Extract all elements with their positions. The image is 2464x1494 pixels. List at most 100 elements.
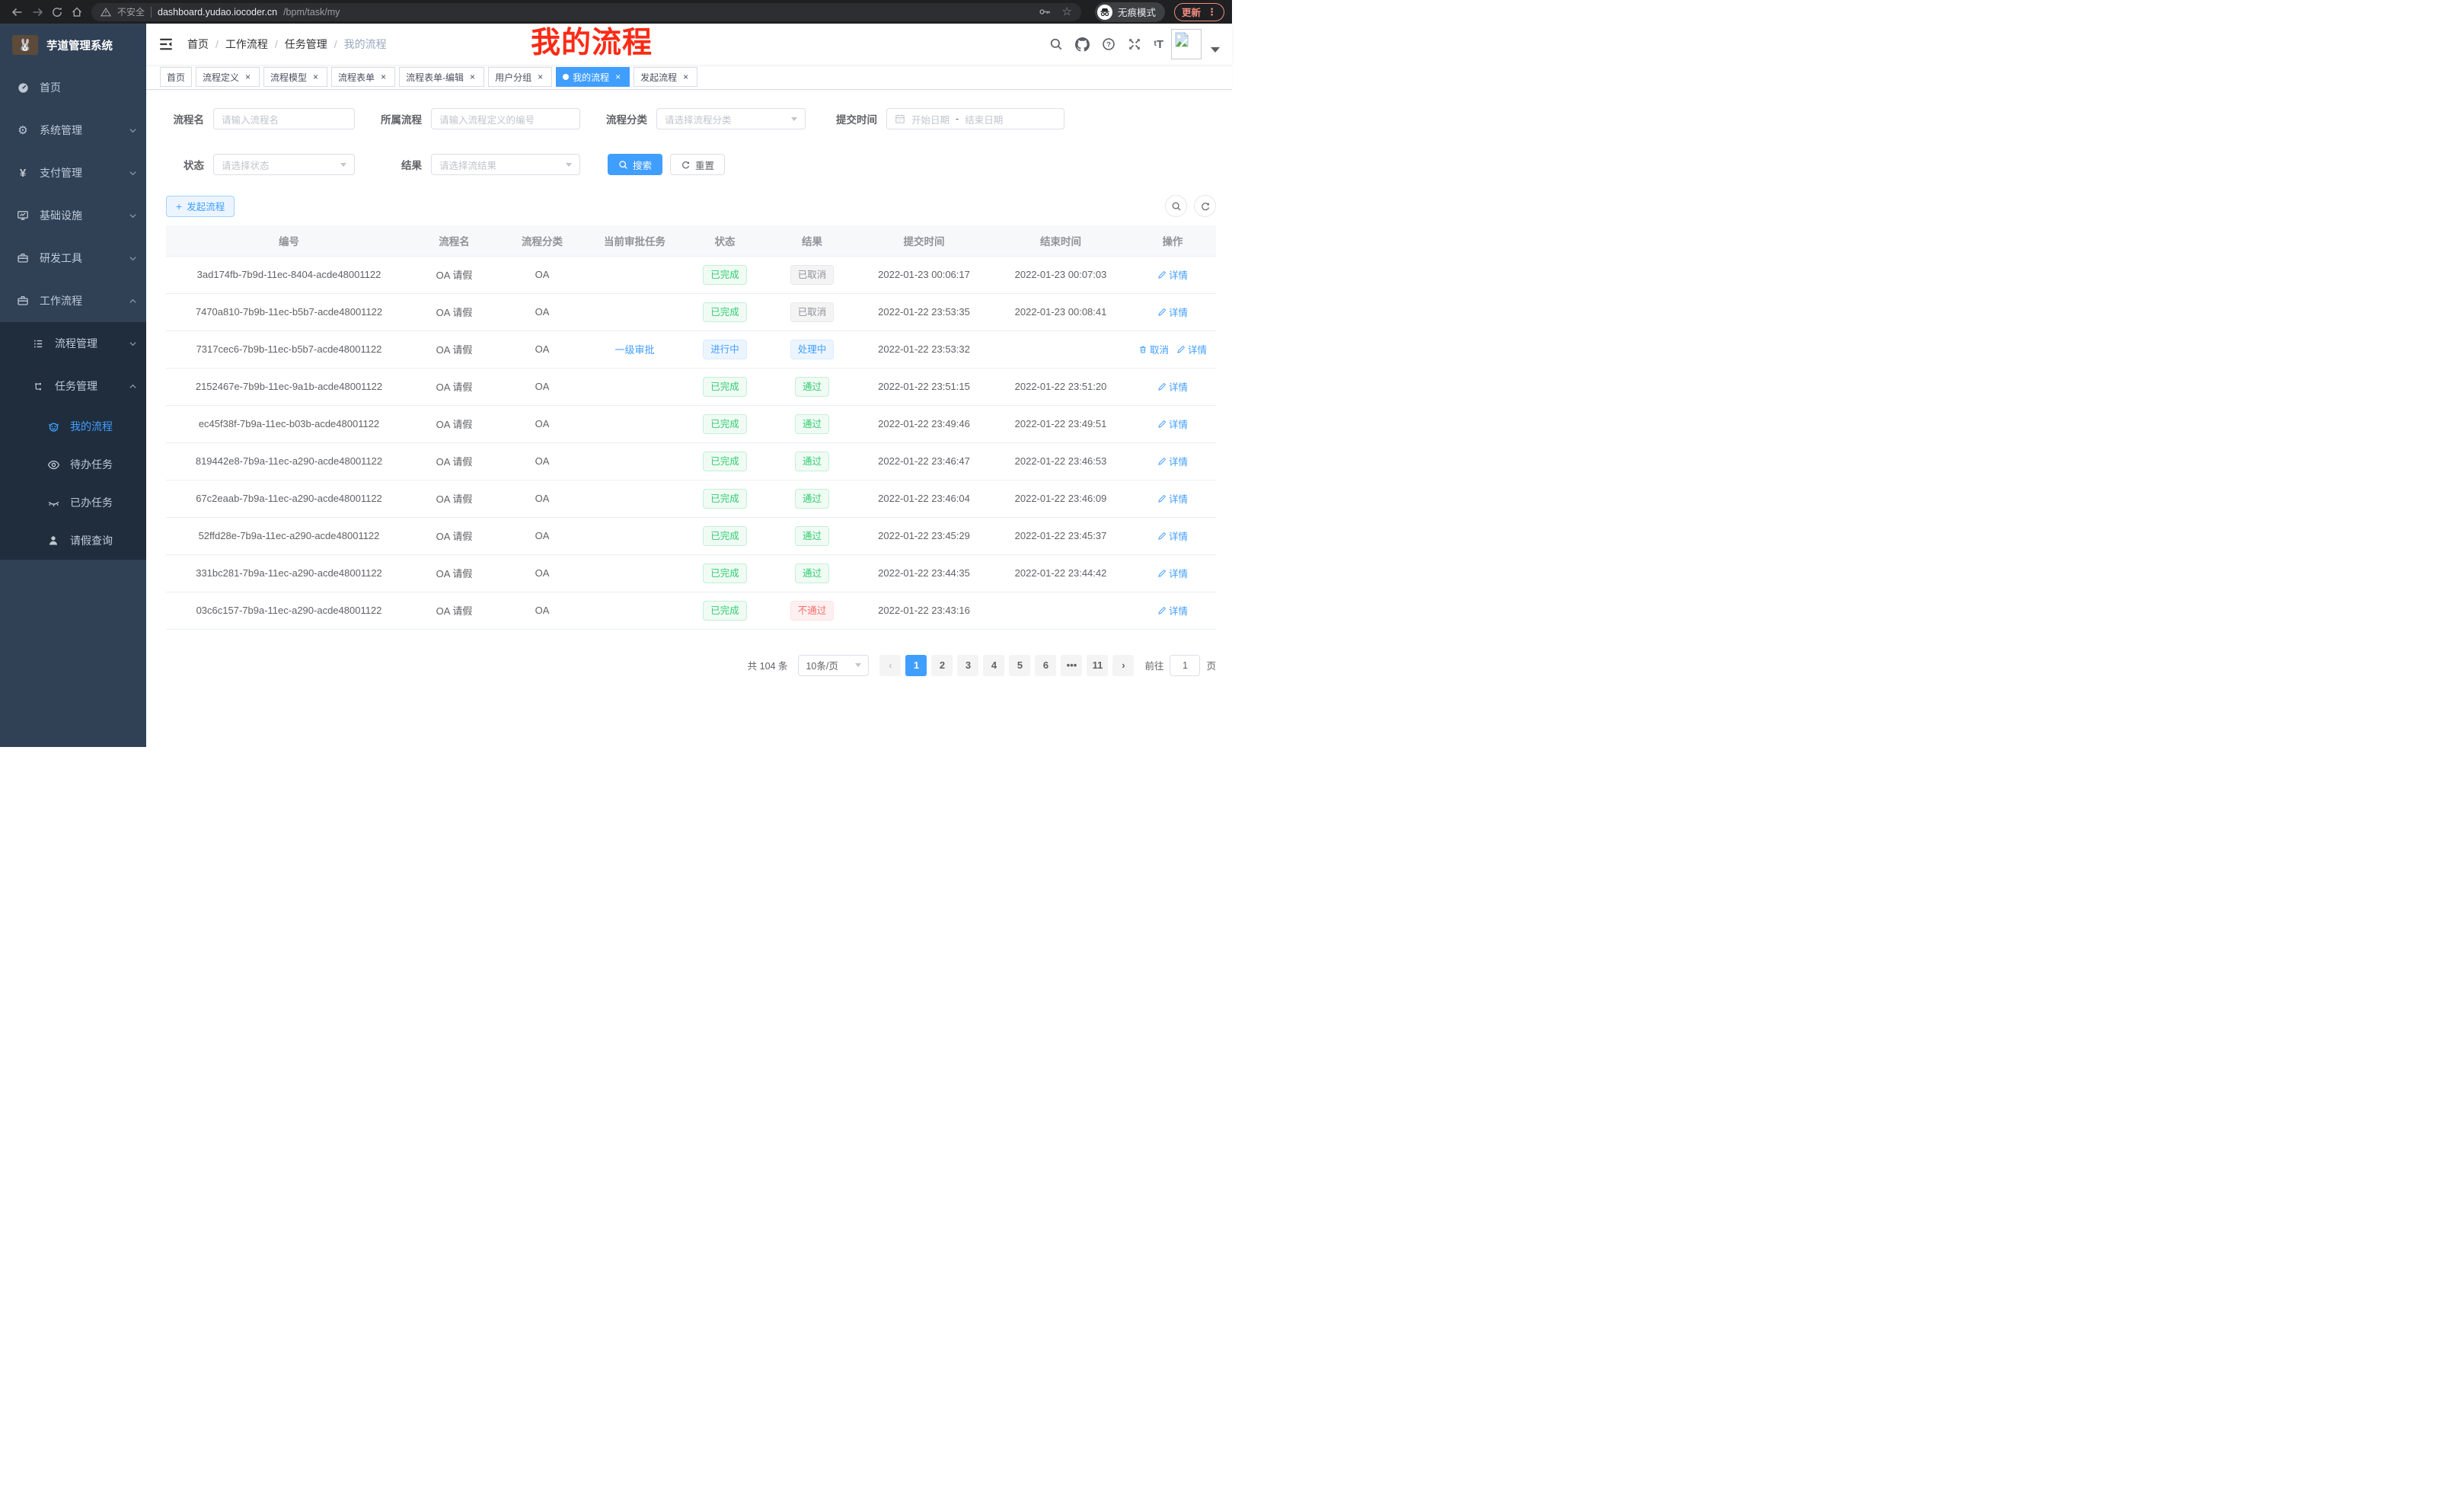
tab-close-icon[interactable]: × xyxy=(243,72,253,82)
show-search-toggle-button[interactable] xyxy=(1165,195,1187,217)
detail-action-link[interactable]: 详情 xyxy=(1157,454,1188,468)
github-icon[interactable] xyxy=(1075,37,1090,52)
detail-action-link[interactable]: 详情 xyxy=(1157,305,1188,319)
breadcrumb-item[interactable]: 首页 xyxy=(187,37,209,52)
update-label[interactable]: 更新 xyxy=(1182,5,1201,19)
more-options-icon[interactable]: ⋮ xyxy=(1207,7,1217,17)
bookmark-star-icon[interactable]: ☆ xyxy=(1062,6,1072,18)
search-icon[interactable] xyxy=(1049,37,1063,51)
navbar: 首页/工作流程/任务管理/我的流程 我的流程 ? tT xyxy=(146,24,1232,65)
sidebar-item-devtools[interactable]: 研发工具 xyxy=(0,237,146,279)
sidebar-item-todo-tasks[interactable]: 待办任务 xyxy=(0,445,146,484)
status-select[interactable]: 请选择状态 xyxy=(213,154,355,175)
page-button-5[interactable]: 5 xyxy=(1009,655,1030,676)
detail-action-link[interactable]: 详情 xyxy=(1157,491,1188,506)
collapse-sidebar-icon[interactable] xyxy=(158,36,174,53)
cell-status: 进行中 xyxy=(681,330,768,368)
tab-close-icon[interactable]: × xyxy=(311,72,321,82)
page-size-select[interactable]: 10条/页 xyxy=(798,655,869,676)
tab-流程模型[interactable]: 流程模型× xyxy=(263,67,327,87)
tab-发起流程[interactable]: 发起流程× xyxy=(634,67,697,87)
cell-current-task xyxy=(588,442,681,480)
fullscreen-icon[interactable] xyxy=(1128,37,1141,51)
cell-status: 已完成 xyxy=(681,517,768,554)
back-icon[interactable] xyxy=(8,2,27,22)
sidebar-item-system[interactable]: ⚙ 系统管理 xyxy=(0,109,146,152)
current-task-link[interactable]: 一级审批 xyxy=(614,344,654,356)
submit-time-range-picker[interactable]: 开始日期 - 结束日期 xyxy=(886,108,1064,129)
sidebar-item-workflow[interactable]: 工作流程 xyxy=(0,279,146,322)
page-button-4[interactable]: 4 xyxy=(983,655,1004,676)
cell-process-id: 52ffd28e-7b9a-11ec-a290-acde48001122 xyxy=(166,517,412,554)
forward-icon[interactable] xyxy=(27,2,47,22)
page-button-3[interactable]: 3 xyxy=(957,655,978,676)
tab-流程表单[interactable]: 流程表单× xyxy=(331,67,395,87)
reset-button[interactable]: 重置 xyxy=(670,154,725,175)
page-button-2[interactable]: 2 xyxy=(931,655,953,676)
tab-close-icon[interactable]: × xyxy=(681,72,691,82)
reload-icon[interactable] xyxy=(47,2,67,22)
sidebar-item-payment[interactable]: ¥ 支付管理 xyxy=(0,152,146,194)
sidebar-item-my-process[interactable]: 我的流程 xyxy=(0,407,146,445)
url-host[interactable]: dashboard.yudao.iocoder.cn xyxy=(158,7,277,18)
start-process-button[interactable]: + 发起流程 xyxy=(166,196,235,217)
detail-action-link[interactable]: 详情 xyxy=(1157,566,1188,580)
cell-status: 已完成 xyxy=(681,256,768,293)
sidebar-item-leave-query[interactable]: 请假查询 xyxy=(0,522,146,560)
annotation-text: 我的流程 xyxy=(531,21,653,65)
tab-我的流程[interactable]: 我的流程× xyxy=(556,67,630,87)
cancel-action-link[interactable]: 取消 xyxy=(1138,342,1169,356)
font-size-icon[interactable]: tT xyxy=(1154,39,1163,50)
cell-actions: 详情 xyxy=(1129,442,1216,480)
user-menu-caret-icon[interactable] xyxy=(1211,47,1220,53)
avatar[interactable] xyxy=(1171,29,1202,59)
home-icon[interactable] xyxy=(67,2,87,22)
result-select[interactable]: 请选择流结果 xyxy=(431,154,580,175)
address-bar[interactable]: 不安全 dashboard.yudao.iocoder.cn/bpm/task/… xyxy=(91,3,1081,21)
tab-流程表单-编辑[interactable]: 流程表单-编辑 × xyxy=(399,67,484,87)
sidebar-item-home[interactable]: 首页 xyxy=(0,66,146,109)
tab-首页[interactable]: 首页 xyxy=(160,67,192,87)
sidebar-item-infra[interactable]: 基础设施 xyxy=(0,194,146,237)
detail-action-link[interactable]: 详情 xyxy=(1157,528,1188,543)
sidebar-item-task-mgmt[interactable]: 任务管理 xyxy=(0,365,146,407)
sidebar-item-done-tasks[interactable]: 已办任务 xyxy=(0,484,146,522)
page-button-11[interactable]: 11 xyxy=(1087,655,1108,676)
sidebar-item-label: 支付管理 xyxy=(40,165,82,180)
tab-close-icon[interactable]: × xyxy=(535,72,545,82)
page-button-6[interactable]: 6 xyxy=(1035,655,1056,676)
detail-action-link[interactable]: 详情 xyxy=(1157,267,1188,282)
page-button-1[interactable]: 1 xyxy=(905,655,927,676)
tab-label: 流程表单-编辑 xyxy=(406,71,464,84)
sidebar-item-process-mgmt[interactable]: 流程管理 xyxy=(0,322,146,365)
goto-page-input[interactable]: 1 xyxy=(1170,655,1200,676)
process-definition-input[interactable]: 请输入流程定义的编号 xyxy=(431,108,580,129)
detail-action-link[interactable]: 详情 xyxy=(1157,379,1188,394)
security-label[interactable]: 不安全 xyxy=(117,5,145,18)
chevron-down-icon xyxy=(129,340,137,348)
help-icon[interactable]: ? xyxy=(1102,37,1116,51)
tab-用户分组[interactable]: 用户分组× xyxy=(488,67,552,87)
key-icon[interactable] xyxy=(1039,5,1052,18)
tab-流程定义[interactable]: 流程定义× xyxy=(196,67,260,87)
refresh-table-button[interactable] xyxy=(1194,195,1216,217)
category-select[interactable]: 请选择流程分类 xyxy=(656,108,806,129)
svg-text:?: ? xyxy=(1107,40,1112,49)
breadcrumb-item[interactable]: 任务管理 xyxy=(285,37,327,52)
tab-close-icon[interactable]: × xyxy=(613,72,623,82)
result-tag: 不通过 xyxy=(790,601,835,621)
search-button[interactable]: 搜索 xyxy=(608,154,662,175)
tab-close-icon[interactable]: × xyxy=(378,72,388,82)
tab-close-icon[interactable]: × xyxy=(468,72,477,82)
next-page-button[interactable]: › xyxy=(1112,655,1134,676)
cell-process-id: 03c6c157-7b9a-11ec-a290-acde48001122 xyxy=(166,592,412,629)
breadcrumb-item[interactable]: 工作流程 xyxy=(225,37,268,52)
update-button[interactable]: 更新 ⋮ xyxy=(1174,3,1224,21)
process-name-input[interactable]: 请输入流程名 xyxy=(213,108,355,129)
detail-action-link[interactable]: 详情 xyxy=(1157,417,1188,431)
detail-action-link[interactable]: 详情 xyxy=(1176,342,1207,356)
breadcrumb-item: 我的流程 xyxy=(344,37,387,52)
cell-result: 已取消 xyxy=(768,256,856,293)
cell-actions: 详情 xyxy=(1129,293,1216,330)
detail-action-link[interactable]: 详情 xyxy=(1157,603,1188,618)
